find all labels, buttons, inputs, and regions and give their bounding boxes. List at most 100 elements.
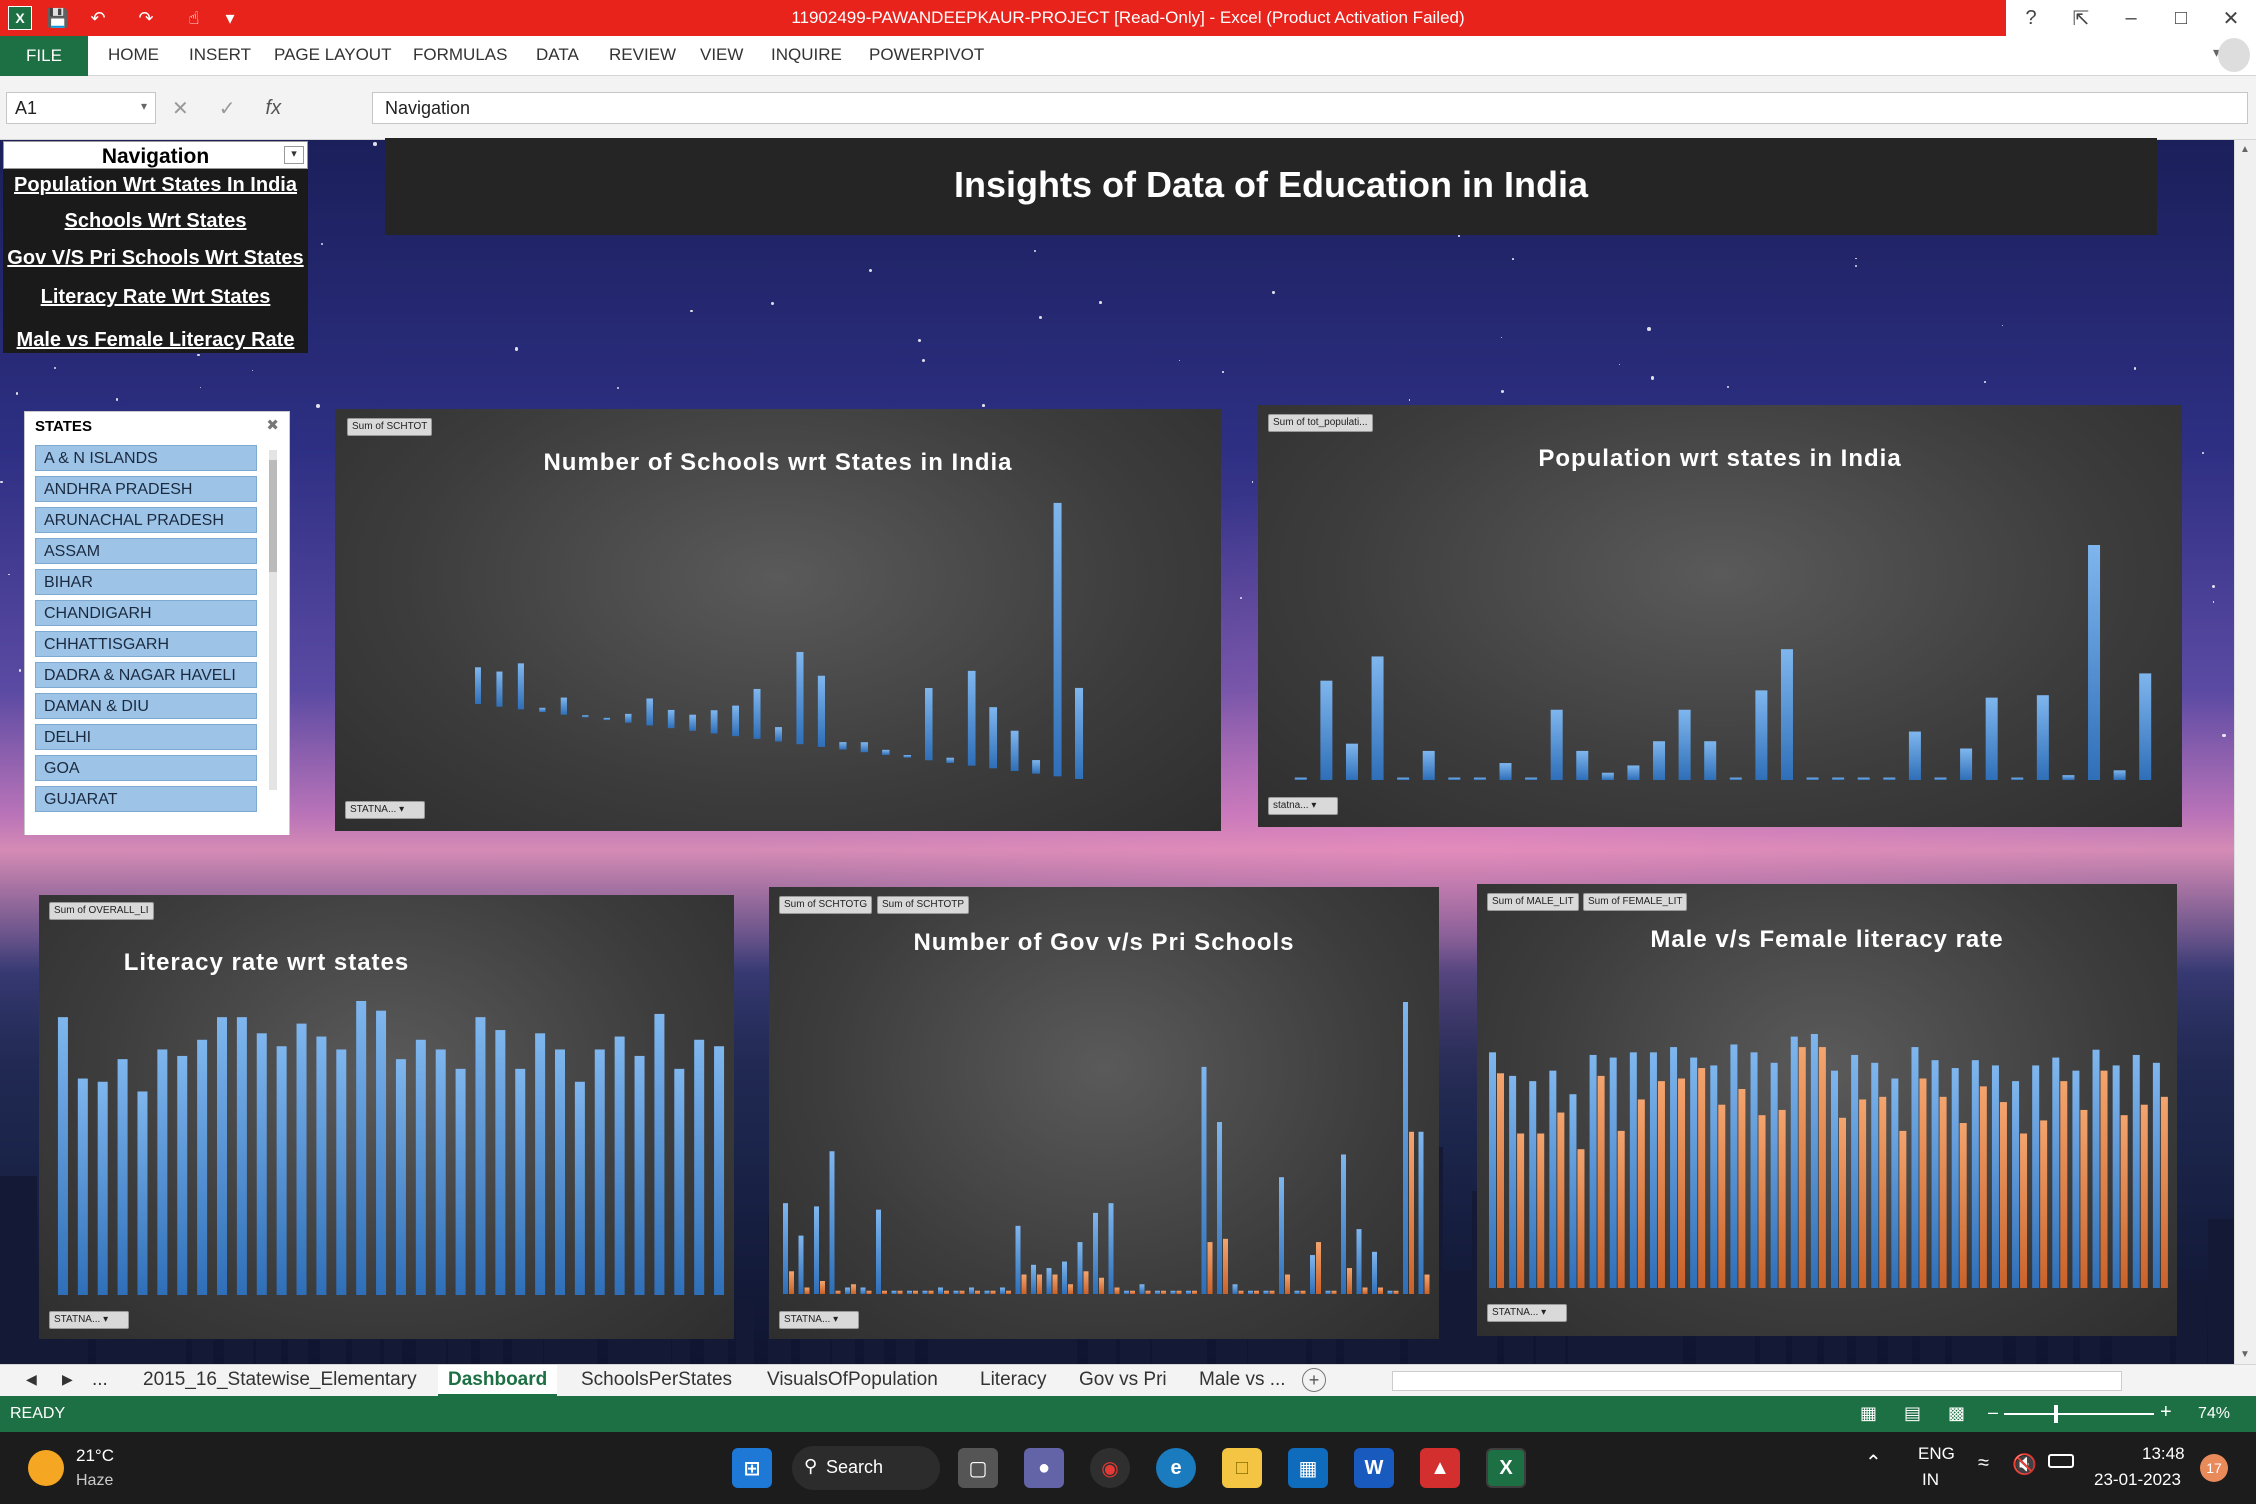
bar[interactable] bbox=[2092, 1049, 2100, 1288]
slicer-item[interactable]: BIHAR bbox=[35, 569, 257, 595]
task-view-icon[interactable]: ▢ bbox=[958, 1448, 998, 1488]
bar[interactable] bbox=[495, 1030, 506, 1295]
bar[interactable] bbox=[1549, 1070, 1557, 1288]
bar[interactable] bbox=[845, 1287, 850, 1294]
bar[interactable] bbox=[1108, 1203, 1114, 1294]
name-box[interactable]: A1 ▾ bbox=[6, 92, 156, 124]
bar[interactable] bbox=[1704, 741, 1717, 780]
bar[interactable] bbox=[1489, 1052, 1496, 1288]
nav-link-male-female[interactable]: Male vs Female Literacy Rate bbox=[3, 329, 308, 352]
bar[interactable] bbox=[1576, 750, 1589, 780]
bar[interactable] bbox=[296, 1023, 307, 1295]
bar[interactable] bbox=[1473, 777, 1486, 780]
weather-temp[interactable]: 21°C bbox=[76, 1446, 114, 1466]
volume-muted-icon[interactable]: 🔇 bbox=[2012, 1452, 2037, 1477]
bar[interactable] bbox=[574, 1081, 585, 1295]
bar[interactable] bbox=[817, 675, 826, 747]
bar[interactable] bbox=[1409, 1131, 1414, 1294]
zoom-in-icon[interactable]: + bbox=[2160, 1401, 2172, 1424]
bar[interactable] bbox=[1263, 1290, 1269, 1294]
bar[interactable] bbox=[1046, 1268, 1052, 1294]
bar[interactable] bbox=[137, 1091, 148, 1295]
zoom-out-icon[interactable]: – bbox=[1988, 1402, 1998, 1423]
bar[interactable] bbox=[1806, 777, 1819, 780]
bar[interactable] bbox=[1448, 777, 1461, 780]
bar[interactable] bbox=[356, 1001, 367, 1295]
sheet-tab[interactable]: Male vs ... bbox=[1199, 1369, 1286, 1391]
language-primary[interactable]: ENG bbox=[1918, 1444, 1955, 1464]
bar[interactable] bbox=[1422, 750, 1435, 780]
chevron-down-icon[interactable]: ▾ bbox=[284, 146, 304, 164]
bar[interactable] bbox=[903, 755, 912, 758]
bar[interactable] bbox=[1021, 1274, 1027, 1294]
bar[interactable] bbox=[1052, 1274, 1058, 1294]
bar[interactable] bbox=[959, 1290, 965, 1294]
start-icon[interactable]: ⊞ bbox=[732, 1448, 772, 1488]
tab-insert[interactable]: INSERT bbox=[189, 45, 251, 65]
bar[interactable] bbox=[1497, 1073, 1504, 1288]
slicer-scroll-thumb[interactable] bbox=[269, 460, 277, 572]
bar[interactable] bbox=[1285, 1274, 1290, 1294]
bar[interactable] bbox=[938, 1287, 943, 1294]
bar[interactable] bbox=[1077, 1242, 1083, 1294]
clock-time[interactable]: 13:48 bbox=[2142, 1444, 2185, 1464]
bar[interactable] bbox=[2032, 1065, 2040, 1288]
tab-formulas[interactable]: FORMULAS bbox=[413, 45, 507, 65]
bar[interactable] bbox=[395, 1059, 406, 1295]
tab-home[interactable]: HOME bbox=[108, 45, 159, 65]
bar[interactable] bbox=[1550, 709, 1563, 780]
navigation-header[interactable]: Navigation bbox=[3, 141, 308, 169]
maximize-icon[interactable]: □ bbox=[2156, 0, 2206, 36]
nav-link-gov-pri[interactable]: Gov V/S Pri Schools Wrt States bbox=[3, 247, 308, 270]
bar[interactable] bbox=[814, 1206, 819, 1294]
battery-icon[interactable] bbox=[2048, 1454, 2074, 1468]
bar[interactable] bbox=[2012, 1081, 2020, 1288]
bar[interactable] bbox=[969, 1287, 974, 1294]
bar[interactable] bbox=[1951, 1068, 1959, 1288]
bar[interactable] bbox=[582, 715, 589, 718]
user-avatar[interactable] bbox=[2218, 38, 2250, 72]
bar[interactable] bbox=[928, 1290, 934, 1294]
file-explorer-icon[interactable]: □ bbox=[1222, 1448, 1262, 1488]
bar[interactable] bbox=[496, 671, 503, 707]
bar[interactable] bbox=[783, 1203, 788, 1294]
ribbon-display-icon[interactable]: ⇱ bbox=[2056, 0, 2106, 36]
bar[interactable] bbox=[1341, 1154, 1346, 1294]
bar[interactable] bbox=[1424, 1274, 1430, 1294]
bar[interactable] bbox=[197, 1039, 208, 1295]
chart-population[interactable]: Sum of tot_populati... Population wrt st… bbox=[1258, 405, 2182, 827]
bar[interactable] bbox=[1387, 1290, 1393, 1294]
bar[interactable] bbox=[2140, 1104, 2148, 1288]
name-box-dropdown-icon[interactable]: ▾ bbox=[141, 99, 147, 113]
cancel-icon[interactable]: ✕ bbox=[172, 96, 189, 121]
bar[interactable] bbox=[1971, 1060, 1979, 1288]
bar[interactable] bbox=[1839, 1117, 1846, 1288]
weather-desc[interactable]: Haze bbox=[76, 1472, 113, 1490]
chart-male-female[interactable]: Sum of MALE_LIT Sum of FEMALE_LIT Male v… bbox=[1477, 884, 2177, 1336]
axis-field-button[interactable]: STATNA... ▾ bbox=[1487, 1304, 1567, 1322]
vertical-scrollbar[interactable]: ▲ ▼ bbox=[2234, 140, 2256, 1364]
weather-icon[interactable] bbox=[28, 1450, 64, 1486]
slicer-item[interactable]: DAMAN & DIU bbox=[35, 693, 257, 719]
bar[interactable] bbox=[1347, 1268, 1352, 1294]
bar[interactable] bbox=[1637, 1099, 1645, 1288]
bar[interactable] bbox=[1161, 1290, 1166, 1294]
slicer-item[interactable]: ASSAM bbox=[35, 538, 257, 564]
close-icon[interactable]: ✕ bbox=[2206, 0, 2256, 36]
language-region[interactable]: IN bbox=[1922, 1470, 1939, 1490]
bar[interactable] bbox=[990, 1290, 996, 1294]
bar[interactable] bbox=[714, 1046, 725, 1295]
bar[interactable] bbox=[1207, 1242, 1213, 1294]
tab-inquire[interactable]: INQUIRE bbox=[771, 45, 842, 65]
bar[interactable] bbox=[2120, 1115, 2128, 1288]
bar[interactable] bbox=[1738, 1088, 1746, 1288]
nav-link-population[interactable]: Population Wrt States In India bbox=[3, 174, 308, 197]
bar[interactable] bbox=[1517, 1133, 1525, 1288]
bar[interactable] bbox=[157, 1049, 168, 1295]
bar[interactable] bbox=[1139, 1284, 1145, 1294]
bar[interactable] bbox=[1851, 1054, 1859, 1288]
bar[interactable] bbox=[1883, 777, 1896, 780]
clear-filter-icon[interactable]: ✖ bbox=[266, 416, 279, 434]
bar[interactable] bbox=[1006, 1290, 1011, 1294]
zoom-slider-thumb[interactable] bbox=[2054, 1405, 2058, 1423]
